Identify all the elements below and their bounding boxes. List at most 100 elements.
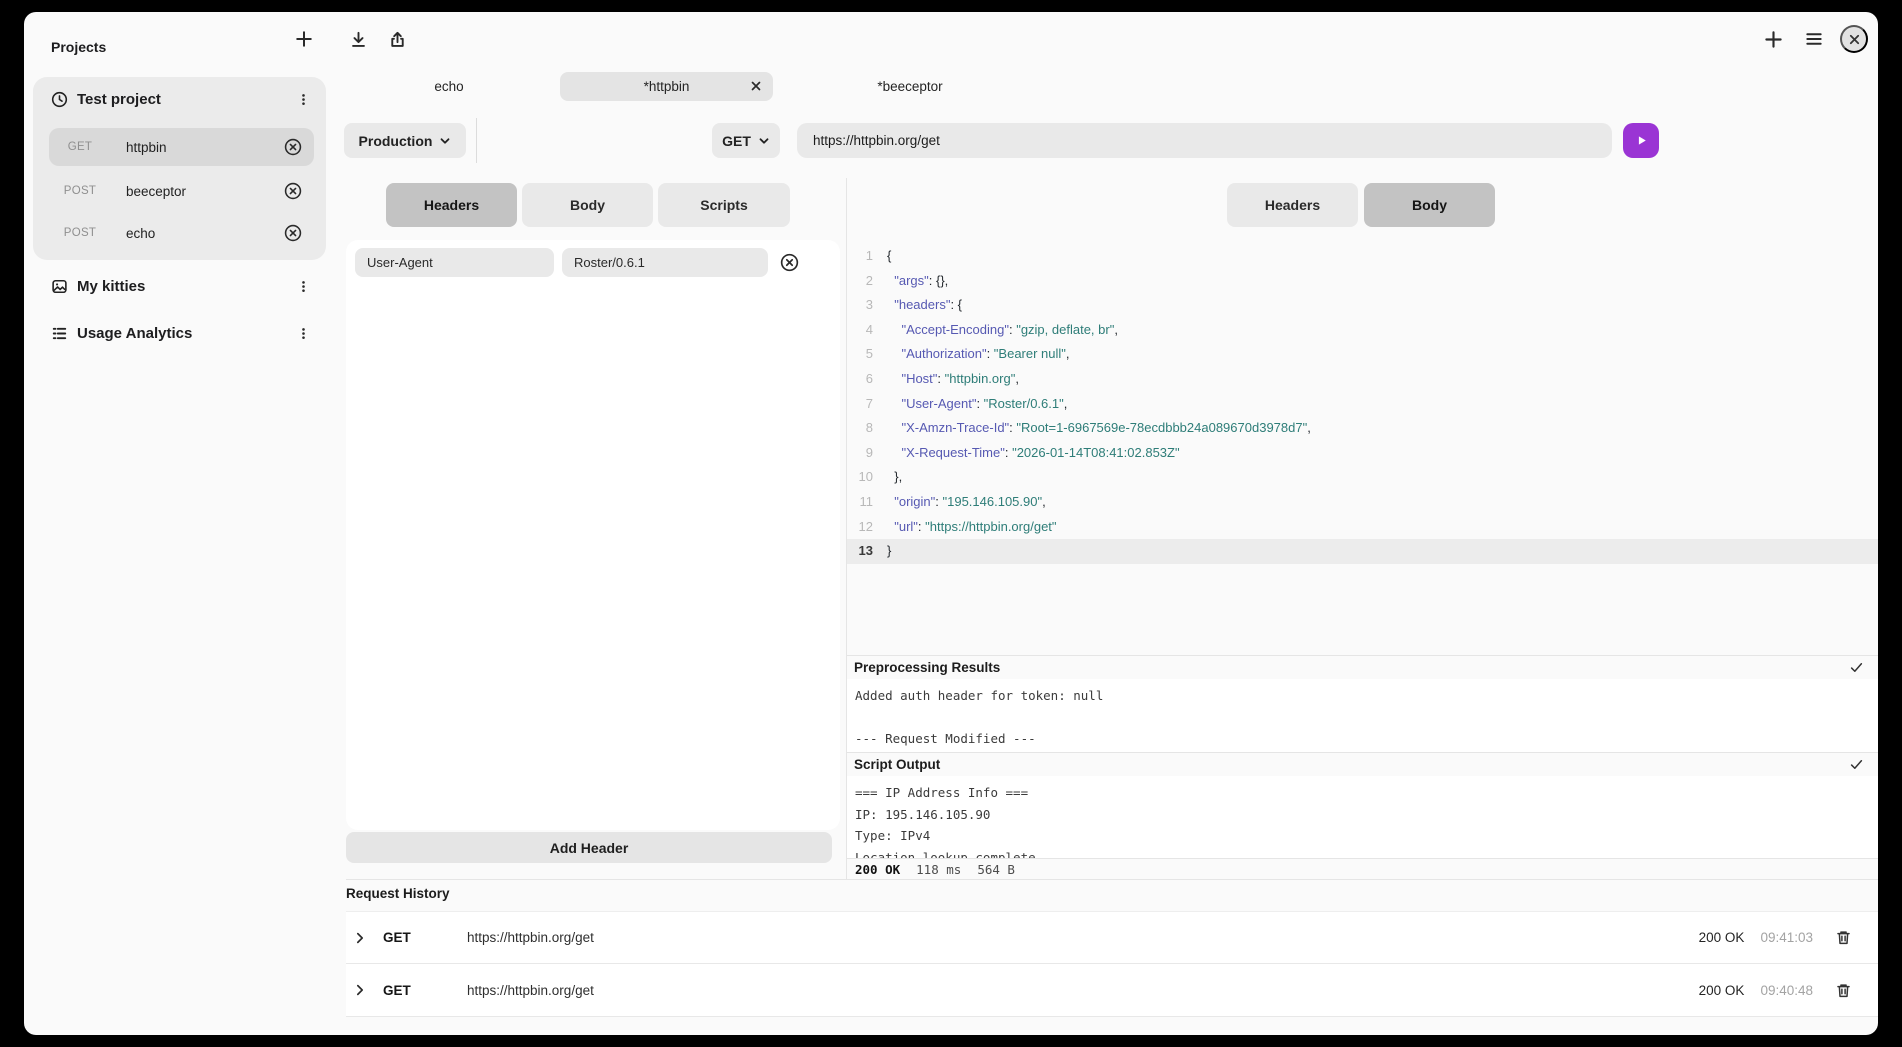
- response-size: 564 B: [977, 862, 1015, 877]
- code-line[interactable]: 2 "args": {},: [847, 269, 1878, 294]
- code-line[interactable]: 9 "X-Request-Time": "2026-01-14T08:41:02…: [847, 441, 1878, 466]
- tab-httpbin-active[interactable]: *httpbin: [560, 72, 773, 101]
- tab-label: Headers: [424, 197, 479, 213]
- code-line[interactable]: 13}: [847, 539, 1878, 564]
- add-header-button[interactable]: Add Header: [346, 832, 832, 863]
- download-icon: [349, 30, 368, 49]
- history-method: GET: [383, 983, 427, 998]
- request-name-label: httpbin: [126, 140, 284, 155]
- url-input[interactable]: [797, 123, 1612, 158]
- method-selector[interactable]: GET: [712, 123, 780, 158]
- share-icon-button[interactable]: [385, 27, 409, 51]
- import-button[interactable]: [346, 27, 370, 51]
- tab-echo[interactable]: echo: [404, 72, 494, 101]
- trash-icon[interactable]: [1835, 982, 1852, 999]
- tab-response-headers[interactable]: Headers: [1227, 183, 1358, 227]
- sidebar-item-beeceptor[interactable]: POST beeceptor: [49, 172, 314, 210]
- response-status-bar: 200 OK 118 ms 564 B: [847, 858, 1878, 879]
- request-history-title: Request History: [346, 886, 450, 901]
- script-output-header[interactable]: Script Output: [847, 752, 1878, 776]
- code-line[interactable]: 10 },: [847, 465, 1878, 490]
- remove-header-button[interactable]: [780, 253, 799, 272]
- tab-label: Headers: [1265, 197, 1320, 213]
- request-name-label: beeceptor: [126, 184, 284, 199]
- chevron-right-icon[interactable]: [353, 983, 367, 997]
- history-url: https://httpbin.org/get: [467, 983, 1699, 998]
- tab-response-body[interactable]: Body: [1364, 183, 1495, 227]
- plus-icon: [1764, 30, 1783, 49]
- history-row[interactable]: GET https://httpbin.org/get 200 OK 09:40…: [346, 964, 1878, 1017]
- play-icon: [1635, 134, 1648, 147]
- request-history-section: Request History GET https://httpbin.org/…: [346, 879, 1878, 1035]
- project-group-test-project: Test project GET httpbin POST beeceptor …: [33, 77, 326, 260]
- tab-label: echo: [434, 79, 463, 94]
- preprocessing-results-header[interactable]: Preprocessing Results: [847, 655, 1878, 679]
- plus-icon: [295, 30, 313, 48]
- tab-label: Scripts: [700, 197, 747, 213]
- clock-icon: [51, 91, 68, 108]
- code-line[interactable]: 12 "url": "https://httpbin.org/get": [847, 515, 1878, 540]
- line-number: 6: [847, 367, 887, 392]
- remove-request-button[interactable]: [284, 224, 302, 242]
- section-title: Preprocessing Results: [854, 660, 1849, 675]
- history-method: GET: [383, 930, 427, 945]
- kebab-menu-icon: [296, 279, 311, 294]
- tab-label: Body: [570, 197, 605, 213]
- sidebar-section-label: Usage Analytics: [77, 325, 292, 342]
- check-icon: [1849, 660, 1864, 675]
- code-line[interactable]: 3 "headers": {: [847, 293, 1878, 318]
- line-number: 11: [847, 490, 887, 515]
- chevron-right-icon[interactable]: [353, 931, 367, 945]
- code-line[interactable]: 5 "Authorization": "Bearer null",: [847, 342, 1878, 367]
- app-menu-button[interactable]: [1802, 27, 1826, 51]
- line-number: 2: [847, 269, 887, 294]
- sidebar-item-echo[interactable]: POST echo: [49, 214, 314, 252]
- tab-beeceptor[interactable]: *beeceptor: [852, 72, 968, 101]
- tab-request-headers[interactable]: Headers: [386, 183, 517, 227]
- header-name-input[interactable]: [355, 248, 554, 277]
- terminal-line: --- Request Modified ---: [855, 728, 1878, 750]
- add-project-button[interactable]: [292, 27, 316, 51]
- sidebar-title: Projects: [51, 39, 106, 55]
- history-status: 200 OK: [1699, 983, 1745, 998]
- line-number: 5: [847, 342, 887, 367]
- section-menu-button[interactable]: [292, 275, 314, 297]
- environment-selector[interactable]: Production: [344, 123, 466, 158]
- terminal-line: Location lookup complete: [855, 847, 1878, 859]
- close-icon: [1848, 33, 1861, 46]
- header-value-input[interactable]: [562, 248, 768, 277]
- code-line[interactable]: 8 "X-Amzn-Trace-Id": "Root=1-6967569e-78…: [847, 416, 1878, 441]
- tab-request-scripts[interactable]: Scripts: [658, 183, 790, 227]
- sidebar-item-httpbin[interactable]: GET httpbin: [49, 128, 314, 166]
- close-tab-button[interactable]: [750, 80, 762, 92]
- status-code: 200 OK: [855, 862, 900, 877]
- project-menu-button[interactable]: [292, 88, 314, 110]
- send-request-button[interactable]: [1623, 123, 1659, 158]
- terminal-line: Type: IPv4: [855, 825, 1878, 847]
- code-line[interactable]: 6 "Host": "httpbin.org",: [847, 367, 1878, 392]
- code-line[interactable]: 7 "User-Agent": "Roster/0.6.1",: [847, 392, 1878, 417]
- sidebar-item-my-kitties[interactable]: My kitties: [33, 266, 326, 306]
- line-number: 12: [847, 515, 887, 540]
- code-line[interactable]: 11 "origin": "195.146.105.90",: [847, 490, 1878, 515]
- code-line[interactable]: 1{: [847, 244, 1878, 269]
- toolbar-divider: [476, 118, 477, 163]
- tab-request-body[interactable]: Body: [522, 183, 653, 227]
- request-method-label: POST: [49, 185, 111, 197]
- tab-label: *beeceptor: [877, 79, 942, 94]
- project-header[interactable]: Test project: [33, 77, 326, 121]
- request-headers-panel: [346, 240, 840, 830]
- line-number: 8: [847, 416, 887, 441]
- section-menu-button[interactable]: [292, 322, 314, 344]
- remove-request-button[interactable]: [284, 182, 302, 200]
- kebab-menu-icon: [296, 92, 311, 107]
- history-row[interactable]: GET https://httpbin.org/get 200 OK 09:41…: [346, 911, 1878, 964]
- code-line[interactable]: 4 "Accept-Encoding": "gzip, deflate, br"…: [847, 318, 1878, 343]
- response-code[interactable]: 1{2 "args": {},3 "headers": {4 "Accept-E…: [847, 240, 1878, 655]
- trash-icon[interactable]: [1835, 929, 1852, 946]
- remove-request-button[interactable]: [284, 138, 302, 156]
- sidebar-item-usage-analytics[interactable]: Usage Analytics: [33, 313, 326, 353]
- new-tab-button[interactable]: [1761, 27, 1785, 51]
- close-window-button[interactable]: [1840, 25, 1868, 53]
- terminal-line: IP: 195.146.105.90: [855, 804, 1878, 826]
